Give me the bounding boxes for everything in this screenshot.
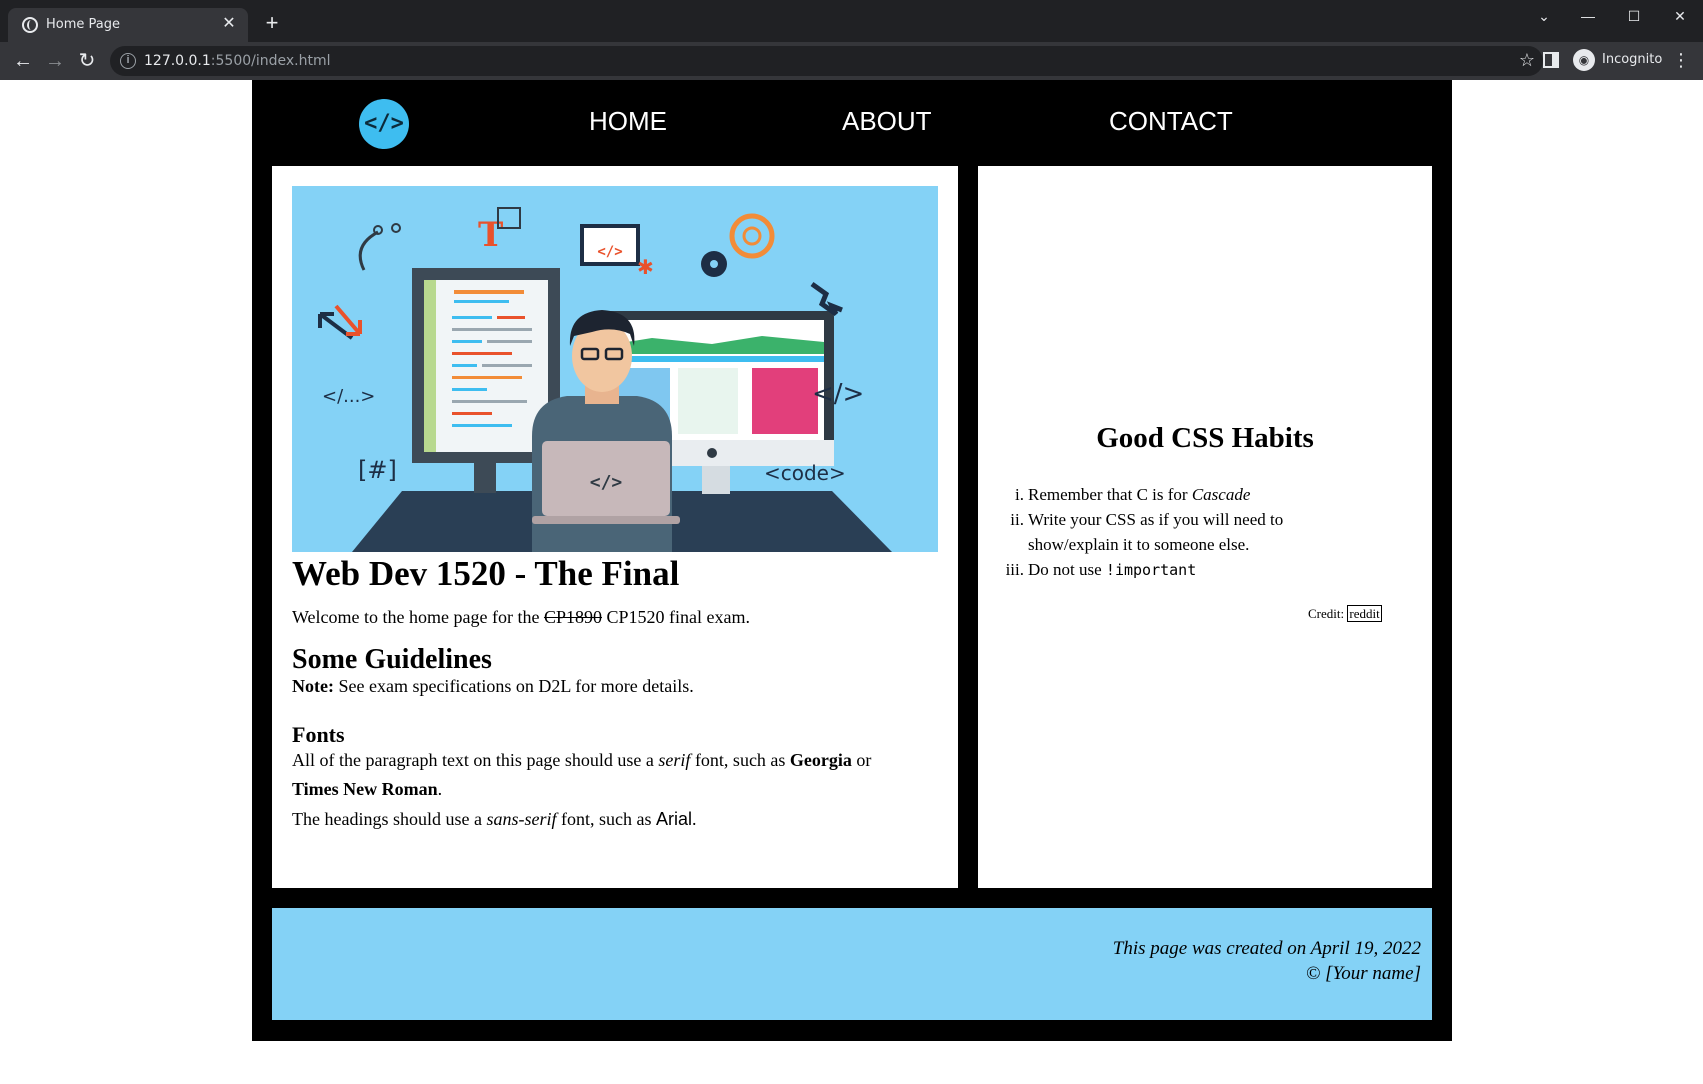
incognito-icon[interactable]: ◉ [1573,49,1595,71]
page-title: Web Dev 1520 - The Final [292,554,680,593]
sidebar-card: Good CSS Habits i. Remember that C is for… [978,166,1432,888]
list-item: iii. Do not use !important [1005,560,1197,579]
bookmark-star-icon[interactable]: ☆ [1519,50,1535,71]
created-date: This page was created on April 19, 2022 [1112,938,1421,959]
code-line [452,376,522,379]
screen-header [602,320,824,336]
css-habits-list: i. Remember that C is for Cascade ii. Writ… [1004,482,1304,583]
close-window-icon[interactable]: ✕ [1660,4,1700,28]
main-content-card: </> T </> ✱ </...> </> [#] <code> Web De… [272,166,958,888]
screen-bar [602,356,824,362]
code-tag-icon: </> [812,379,864,409]
code-gutter [424,280,436,452]
monitor-left-stand [474,463,496,493]
browser-window: Home Page ✕ + ⌄ — ☐ ✕ ← → ↻ i 127.0.0.1:… [0,0,1703,1084]
forward-arrow-icon[interactable]: → [42,48,68,74]
side-panel-icon[interactable] [1543,52,1559,68]
maximize-icon[interactable]: ☐ [1614,4,1654,28]
screen-chart [752,368,818,434]
new-tab-button[interactable]: + [260,12,284,36]
browser-code-label: </> [597,244,622,260]
nav-about-link[interactable]: ABOUT [842,106,932,137]
code-logo-icon[interactable]: </> [359,99,409,149]
close-tab-icon[interactable]: ✕ [220,15,238,33]
css-habits-heading: Good CSS Habits [1096,422,1314,454]
nav-contact-link[interactable]: CONTACT [1109,106,1233,137]
code-line [452,328,532,331]
gear-dark-hub [710,260,718,268]
minimize-icon[interactable]: — [1568,4,1608,28]
code-line [452,388,487,391]
tab-title: Home Page [46,17,120,32]
address-bar[interactable]: i 127.0.0.1:5500/index.html ☆ [110,46,1543,76]
type-t-icon: T [478,215,503,255]
guidelines-heading: Some Guidelines [292,644,492,675]
page-container: </> HOME ABOUT CONTACT </> T </> ✱ </...… [252,80,1452,1041]
monitor-right-stand [702,466,730,494]
code-line [454,290,524,294]
note-paragraph: Note: See exam specifications on D2L for… [292,676,694,696]
hash-icon: [#] [358,456,397,484]
incognito-label: Incognito [1602,52,1663,67]
code-line [454,300,509,303]
ellipsis-tag-icon: </...> [322,386,375,407]
page-viewport: </> HOME ABOUT CONTACT </> T </> ✱ </...… [0,80,1703,1084]
code-line [487,340,532,343]
code-line [482,364,532,367]
site-info-icon[interactable]: i [120,53,136,69]
fonts-heading: Fonts [292,722,345,747]
tab-home-page[interactable]: Home Page ✕ [8,8,248,42]
reload-icon[interactable]: ↻ [74,48,100,74]
nav-home-link[interactable]: HOME [589,106,667,137]
code-line [452,352,512,355]
code-line [452,424,512,427]
list-item: ii. Write your CSS as if you will need to… [1010,510,1284,554]
code-word-icon: <code> [764,461,846,485]
code-line [497,316,525,319]
asterisk-icon: ✱ [637,255,654,279]
reddit-link[interactable]: reddit [1347,605,1382,622]
site-footer: This page was created on April 19, 2022 … [272,908,1432,1020]
toolbar: ← → ↻ i 127.0.0.1:5500/index.html ☆ ◉ In… [0,42,1703,80]
url-text: 127.0.0.1:5500/index.html [144,53,331,69]
fonts-paragraph-2: The headings should use a sans-serif fon… [292,809,697,829]
code-line [452,316,492,319]
tab-bar: Home Page ✕ + ⌄ — ☐ ✕ [0,0,1703,42]
code-line [452,364,477,367]
globe-icon [22,17,38,33]
back-arrow-icon[interactable]: ← [10,48,36,74]
list-item: i. Remember that C is for Cascade [1015,485,1251,504]
code-line [452,340,482,343]
power-dot [707,448,717,458]
welcome-paragraph: Welcome to the home page for the CP1890 … [292,607,750,627]
code-line [452,412,492,415]
hero-illustration: </> T </> ✱ </...> </> [#] <code> [292,186,938,552]
code-line [452,400,527,403]
laptop-base [532,516,680,524]
credit-line: Credit: reddit [1308,605,1382,622]
copyright-line: © [Your name] [1305,963,1421,984]
site-nav: </> HOME ABOUT CONTACT [252,80,1452,165]
screen-panel [678,368,738,434]
fonts-paragraph-1: All of the paragraph text on this page s… [292,750,872,799]
laptop-code-label: </> [590,472,623,493]
kebab-menu-icon[interactable]: ⋮ [1672,48,1690,72]
developer-illustration: </> T </> ✱ </...> </> [#] <code> [292,186,938,552]
tab-search-icon[interactable]: ⌄ [1524,4,1564,28]
